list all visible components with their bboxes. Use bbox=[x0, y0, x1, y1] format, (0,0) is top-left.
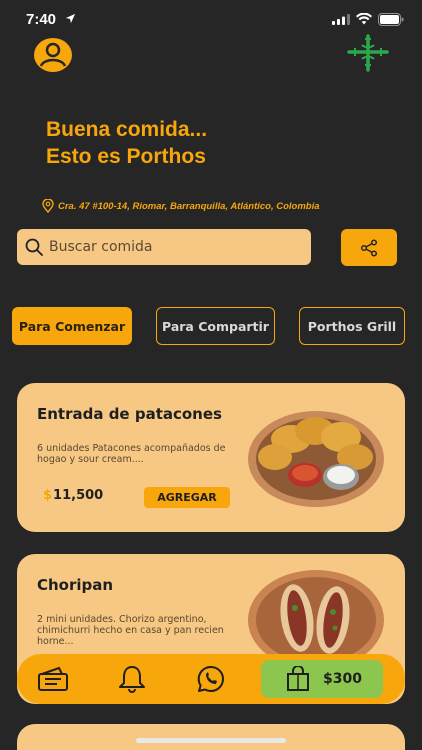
menu-card-icon bbox=[38, 666, 68, 691]
bell-icon bbox=[119, 666, 145, 693]
tab-para-comenzar[interactable]: Para Comenzar bbox=[12, 307, 132, 345]
signal-icon bbox=[332, 14, 350, 25]
search-icon bbox=[25, 238, 43, 256]
share-icon bbox=[360, 238, 378, 257]
hero-headline: Buena comida... Esto es Porthos bbox=[46, 116, 207, 170]
location-arrow-icon bbox=[65, 13, 76, 24]
address-text: Cra. 47 #100-14, Riomar, Barranquilla, A… bbox=[58, 200, 320, 212]
hero-line-2: Esto es Porthos bbox=[46, 145, 206, 168]
product-title: Entrada de patacones bbox=[37, 405, 222, 423]
tab-label: Para Comenzar bbox=[18, 318, 126, 334]
user-circle-icon bbox=[34, 38, 72, 72]
porthos-cross-logo bbox=[347, 34, 389, 72]
nav-menu-button[interactable] bbox=[37, 666, 69, 696]
home-indicator bbox=[136, 738, 286, 743]
address-row: Cra. 47 #100-14, Riomar, Barranquilla, A… bbox=[42, 199, 320, 213]
hero-line-1: Buena comida... bbox=[46, 118, 208, 141]
product-card[interactable]: Entrada de patacones 6 unidades Patacone… bbox=[17, 383, 405, 532]
tab-label: Para Compartir bbox=[162, 318, 269, 334]
add-to-cart-button[interactable]: AGREGAR bbox=[144, 487, 230, 508]
product-description: 6 unidades Patacones acompañados de hoga… bbox=[37, 443, 226, 465]
tab-para-compartir[interactable]: Para Compartir bbox=[156, 307, 275, 345]
brand-logo bbox=[344, 33, 392, 73]
search-box[interactable] bbox=[17, 229, 311, 265]
choripan-image bbox=[248, 570, 384, 668]
whatsapp-icon bbox=[197, 665, 224, 692]
cart-button[interactable]: $300 bbox=[261, 660, 383, 698]
status-time: 7:40 bbox=[26, 11, 57, 28]
bottom-nav: $300 bbox=[17, 654, 405, 704]
shopping-bag-icon bbox=[287, 666, 309, 691]
price-value: 11,500 bbox=[53, 488, 104, 503]
product-card[interactable] bbox=[17, 724, 405, 750]
cart-total: $300 bbox=[323, 671, 362, 687]
wifi-icon bbox=[356, 13, 372, 25]
nav-whatsapp-button[interactable] bbox=[195, 665, 227, 697]
nav-notifications-button[interactable] bbox=[117, 665, 147, 697]
product-price: $ 11,500 bbox=[43, 488, 103, 503]
patacones-image bbox=[248, 411, 384, 507]
product-description: 2 mini unidades. Chorizo argentino, chim… bbox=[37, 614, 224, 647]
search-input[interactable] bbox=[49, 239, 289, 255]
tab-label: Porthos Grill bbox=[307, 318, 397, 334]
map-pin-icon bbox=[42, 199, 54, 213]
tab-porthos-grill[interactable]: Porthos Grill bbox=[299, 307, 405, 345]
battery-icon bbox=[378, 13, 404, 26]
product-title: Choripan bbox=[37, 576, 114, 594]
price-currency: $ bbox=[43, 488, 53, 503]
share-button[interactable] bbox=[341, 229, 397, 266]
profile-button[interactable] bbox=[32, 36, 74, 74]
